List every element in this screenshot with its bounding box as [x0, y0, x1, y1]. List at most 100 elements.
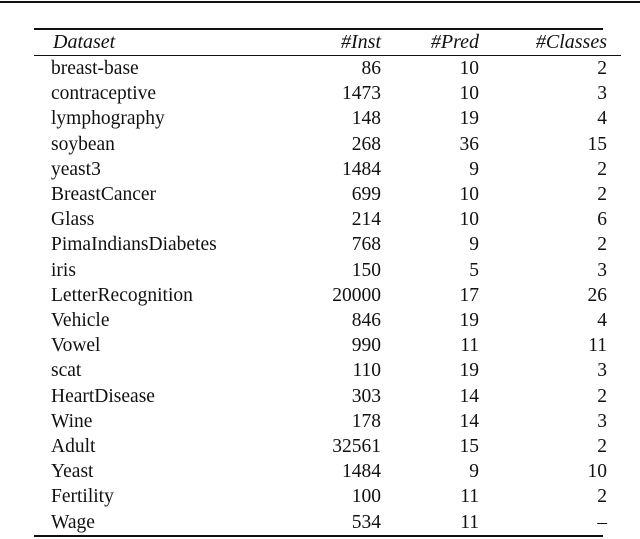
header-predictors: #Pred: [430, 31, 479, 53]
cell-instances: 110: [352, 360, 381, 382]
cell-classes: 2: [597, 486, 607, 508]
table-row: Wage 534 11 –: [34, 510, 621, 535]
cell-dataset: Glass: [51, 209, 95, 231]
cell-dataset: BreastCancer: [51, 184, 157, 206]
cell-classes: 2: [597, 158, 607, 180]
cell-predictors: 10: [459, 58, 480, 79]
cell-dataset: soybean: [51, 133, 115, 155]
cell-instances: 100: [351, 486, 381, 508]
table-row: yeast3 1484 9 2: [34, 157, 621, 182]
cell-classes: 3: [597, 360, 607, 382]
table-row: Vehicle 846 19 4: [34, 308, 621, 333]
cell-classes: 2: [597, 234, 607, 256]
cell-instances: 768: [351, 234, 381, 256]
cell-dataset: Wine: [51, 410, 93, 432]
cell-dataset: yeast3: [51, 158, 101, 180]
cell-instances: 32561: [332, 436, 381, 458]
cell-instances: 846: [351, 310, 381, 332]
cell-dataset: Wage: [51, 511, 95, 533]
cell-predictors: 5: [469, 259, 479, 281]
cell-predictors: 14: [459, 385, 480, 407]
cell-predictors: 10: [459, 209, 480, 231]
cell-instances: 534: [351, 511, 381, 533]
table-row: Vowel 990 11 11: [34, 333, 621, 358]
cell-predictors: 9: [469, 234, 479, 256]
cell-predictors: 17: [459, 284, 480, 306]
table-row: Wine 178 14 3: [34, 409, 621, 434]
cell-classes: 4: [597, 108, 607, 130]
table-row: contraceptive 1473 10 3: [34, 81, 621, 106]
table-row: BreastCancer 699 10 2: [34, 182, 621, 207]
page-top-rule: [0, 1, 640, 3]
table-row: breast-base 86 10 2: [34, 56, 621, 81]
cell-classes: 2: [597, 436, 607, 458]
table-row: iris 150 5 3: [34, 258, 621, 283]
cell-predictors: 19: [459, 108, 480, 130]
cell-instances: 150: [351, 259, 381, 281]
cell-instances: 303: [351, 385, 381, 407]
cell-dataset: LetterRecognition: [51, 284, 193, 306]
table-row: LetterRecognition 20000 17 26: [34, 283, 621, 308]
table-body: breast-base 86 10 2 contraceptive 1473 10 3 lymp…: [34, 56, 621, 535]
cell-classes: 6: [597, 209, 607, 231]
cell-dataset: Adult: [51, 436, 96, 458]
cell-instances: 268: [351, 133, 381, 155]
table-row: soybean 268 36 15: [34, 132, 621, 157]
cell-predictors: 10: [459, 83, 480, 105]
cell-predictors: 11: [460, 486, 479, 508]
cell-dataset: PimaIndiansDiabetes: [51, 234, 217, 256]
cell-classes: 4: [597, 310, 607, 332]
cell-instances: 20000: [332, 284, 381, 306]
cell-dataset: lymphography: [51, 108, 165, 130]
cell-instances: 214: [351, 209, 381, 231]
cell-dataset: breast-base: [51, 58, 139, 79]
cell-classes: 26: [587, 284, 608, 306]
cell-dataset: Vehicle: [51, 310, 110, 332]
table-row: Glass 214 10 6: [34, 207, 621, 232]
cell-predictors: 19: [459, 310, 480, 332]
cell-instances: 148: [351, 108, 381, 130]
cell-dataset: scat: [51, 360, 82, 382]
cell-classes: 2: [597, 385, 607, 407]
table-row: HeartDisease 303 14 2: [34, 384, 621, 409]
cell-predictors: 36: [459, 133, 480, 155]
cell-classes: 2: [597, 58, 607, 79]
cell-classes: 3: [597, 259, 607, 281]
cell-dataset: contraceptive: [51, 83, 157, 105]
header-dataset: Dataset: [53, 31, 116, 53]
cell-dataset: iris: [51, 259, 76, 281]
cell-predictors: 11: [460, 511, 479, 533]
table-row: Adult 32561 15 2: [34, 434, 621, 459]
table-bottom-rule: [34, 534, 603, 537]
cell-classes: 3: [597, 83, 607, 105]
cell-classes: 10: [587, 461, 608, 483]
cell-predictors: 14: [459, 410, 480, 432]
table-row: scat 110 19 3: [34, 358, 621, 383]
header-instances: #Inst: [341, 31, 381, 53]
cell-dataset: Fertility: [51, 486, 114, 508]
cell-classes: 2: [597, 184, 607, 206]
cell-classes: 15: [587, 133, 608, 155]
cell-dataset: Yeast: [51, 461, 94, 483]
cell-dataset: Vowel: [51, 335, 101, 357]
cell-predictors: 15: [459, 436, 480, 458]
table-row: lymphography 148 19 4: [34, 106, 621, 131]
dataset-table-container: Dataset #Inst #Pred #Classes breast-base…: [34, 28, 621, 537]
cell-classes: 11: [588, 335, 607, 357]
cell-instances: 178: [351, 410, 381, 432]
cell-dataset: HeartDisease: [51, 385, 155, 407]
cell-classes: 3: [597, 410, 607, 432]
cell-instances: 1484: [342, 461, 381, 483]
header-classes: #Classes: [535, 31, 607, 53]
cell-predictors: 9: [469, 158, 479, 180]
cell-predictors: 9: [469, 461, 479, 483]
table-row: Yeast 1484 9 10: [34, 459, 621, 484]
cell-classes: –: [597, 511, 607, 533]
table-row: PimaIndiansDiabetes 768 9 2: [34, 232, 621, 257]
header-row: Dataset #Inst #Pred #Classes: [34, 30, 621, 54]
cell-predictors: 11: [460, 335, 479, 357]
cell-predictors: 10: [459, 184, 480, 206]
cell-instances: 1484: [342, 158, 381, 180]
table-row: Fertility 100 11 2: [34, 484, 621, 509]
cell-instances: 86: [361, 58, 382, 79]
